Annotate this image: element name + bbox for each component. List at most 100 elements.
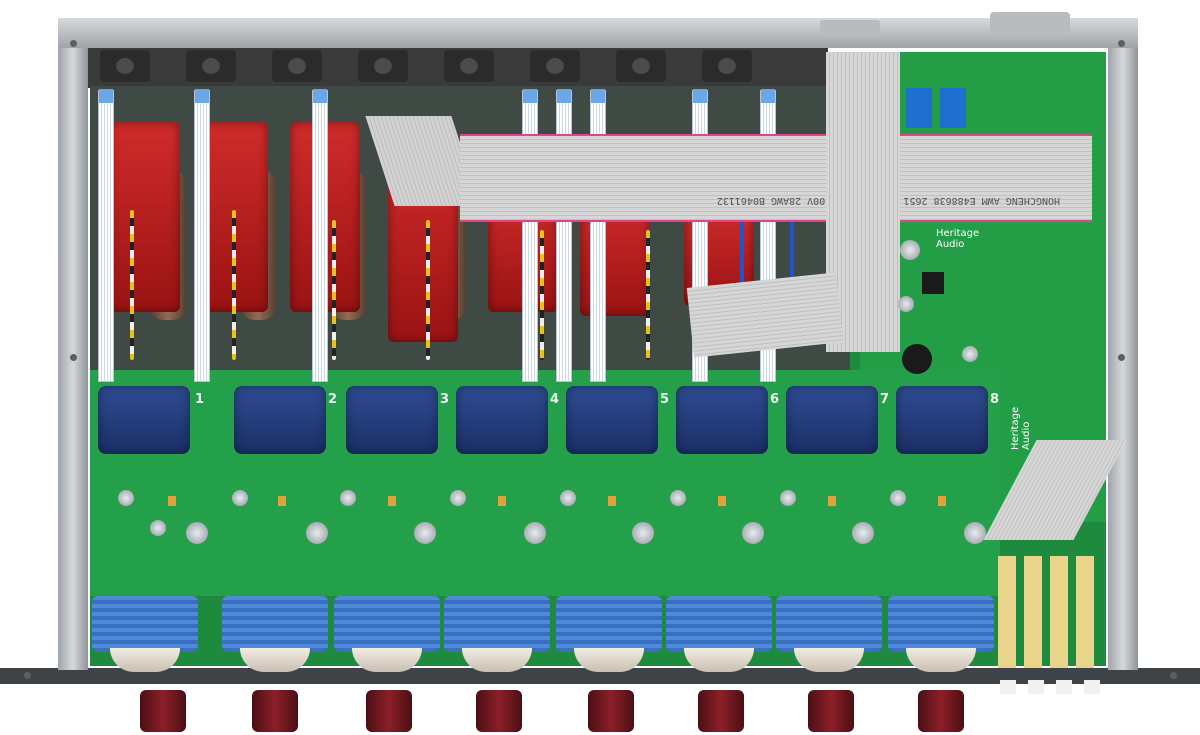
relay [906,88,932,128]
gain-knob [252,690,298,732]
twisted-wire [540,230,544,360]
side-screw [70,354,77,361]
smd-part [278,496,286,506]
twisted-wire [130,210,134,360]
gain-knob [698,690,744,732]
photo-scene: HONGCHENG AWM E488638 2651 VW-1 105°C 30… [0,0,1200,735]
capacitor [560,490,576,506]
smd-part [498,496,506,506]
flat-ribbon-cable [312,89,328,382]
gain-knob [808,690,854,732]
capacitor [306,522,328,544]
blue-transformer [98,386,190,454]
blue-transformer [346,386,438,454]
capacitor [186,522,208,544]
channel-number-7: 7 [880,392,890,407]
capacitor [632,522,654,544]
smd-part [828,496,836,506]
xlr-connector [100,50,150,82]
dsub-connector [820,20,880,36]
capacitor [670,490,686,506]
capacitor [898,296,914,312]
front-screw-left [24,672,31,679]
channel-number-1: 1 [195,392,205,407]
xlr-connector [444,50,494,82]
capacitor [118,490,134,506]
channel-number-3: 3 [440,392,450,407]
gain-knob [918,690,964,732]
smd-part [718,496,726,506]
twisted-wire [646,230,650,360]
chassis-left-wall [58,18,88,670]
relay [940,88,966,128]
inductor [902,344,932,374]
smd-part [388,496,396,506]
blue-transformer [786,386,878,454]
smd-part [938,496,946,506]
pot-collar [666,596,772,652]
front-screw-right [1170,672,1177,679]
blue-transformer [234,386,326,454]
flat-ribbon-cable [98,89,114,382]
xlr-connector [530,50,580,82]
blue-transformer [676,386,768,454]
gain-knob [588,690,634,732]
gain-knob [476,690,522,732]
gain-knob [140,690,186,732]
pot-collar [888,596,994,652]
flat-ribbon-cable [194,89,210,382]
xlr-connector [616,50,666,82]
capacitor [890,490,906,506]
blue-transformer [566,386,658,454]
xlr-connector [272,50,322,82]
pot-collar [556,596,662,652]
pot-collar [334,596,440,652]
ribbon-print: HONGCHENG AWM E488638 2651 VW-1 105°C 30… [716,195,1060,206]
twisted-wire [426,220,430,360]
capacitor [964,522,986,544]
front-switch [1056,680,1072,694]
capacitor [852,522,874,544]
pot-collar [222,596,328,652]
front-switch [1000,680,1016,694]
pot-collar [444,596,550,652]
red-transformer [110,122,180,312]
side-screw [1118,40,1125,47]
channel-number-6: 6 [770,392,780,407]
blue-transformer [456,386,548,454]
capacitor [962,346,978,362]
smd-part [608,496,616,506]
smd-part [168,496,176,506]
front-switch [1084,680,1100,694]
capacitor [780,490,796,506]
trim-pots [998,556,1102,668]
capacitor [232,490,248,506]
gain-knob [366,690,412,732]
twisted-wire [232,210,236,360]
blue-wire [740,220,744,290]
xlr-connector [186,50,236,82]
grey-ribbon-cable [460,134,1092,222]
dsub-connector [990,12,1070,34]
capacitor [742,522,764,544]
capacitor [414,522,436,544]
capacitor [450,490,466,506]
twisted-wire [332,220,336,360]
xlr-connector [702,50,752,82]
side-screw [1118,354,1125,361]
pot-collar [92,596,198,652]
front-switch [1028,680,1044,694]
channel-number-4: 4 [550,392,560,407]
channel-number-5: 5 [660,392,670,407]
chip [922,272,944,294]
capacitor [900,240,920,260]
blue-transformer [896,386,988,454]
capacitor [150,520,166,536]
channel-number-8: 8 [990,392,1000,407]
logo-side: Heritage Audio [1010,406,1032,450]
channel-number-2: 2 [328,392,338,407]
capacitor [524,522,546,544]
xlr-connector [358,50,408,82]
side-screw [70,40,77,47]
capacitor [340,490,356,506]
